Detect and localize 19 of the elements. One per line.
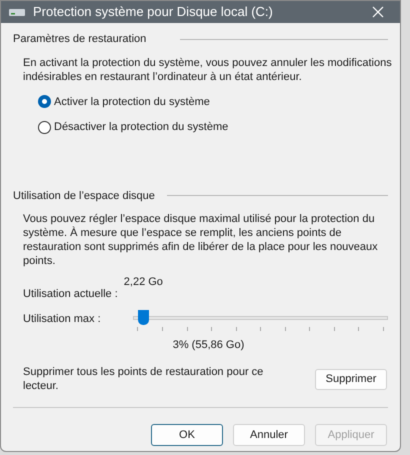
dialog-button[interactable]: OK	[151, 424, 223, 446]
description-text: En activant la protection du système, vous pouvez annuler les modifications indésirables en restaurant l’ordinateur à un état antérieur.	[23, 56, 393, 84]
current-usage-label: Utilisation actuelle :	[23, 287, 118, 302]
radio-option[interactable]: Désactiver la protection du système	[38, 119, 388, 136]
section-heading: Paramètres de restauration	[13, 32, 146, 47]
drive-icon	[9, 8, 25, 16]
current-usage-value: 2,22 Go	[124, 275, 163, 290]
slider-thumb[interactable]	[138, 310, 150, 324]
delete-button[interactable]: Supprimer	[315, 368, 387, 390]
max-usage-label: Utilisation max :	[23, 312, 102, 326]
close-icon[interactable]	[372, 6, 384, 18]
radio-option[interactable]: Activer la protection du système	[38, 94, 388, 110]
window-title: Protection système pour Disque local (C:)	[33, 3, 274, 22]
description-text: Vous pouvez régler l’espace disque maximal utilisé pour la protection du système. À mesure que l’espace se remplit, les anciens points de restauration sont supprimés afin de libérer de la place pour les nouveaux points.	[23, 212, 379, 268]
section-heading: Utilisation de l’espace disque	[13, 188, 155, 204]
usage-slider[interactable]	[133, 310, 388, 332]
dialog-button[interactable]: Annuler	[233, 424, 305, 446]
delete-description: Supprimer tous les points de restauration pour ce lecteur.	[23, 365, 264, 393]
max-usage-reading: 3% (55,86 Go)	[172, 338, 244, 352]
